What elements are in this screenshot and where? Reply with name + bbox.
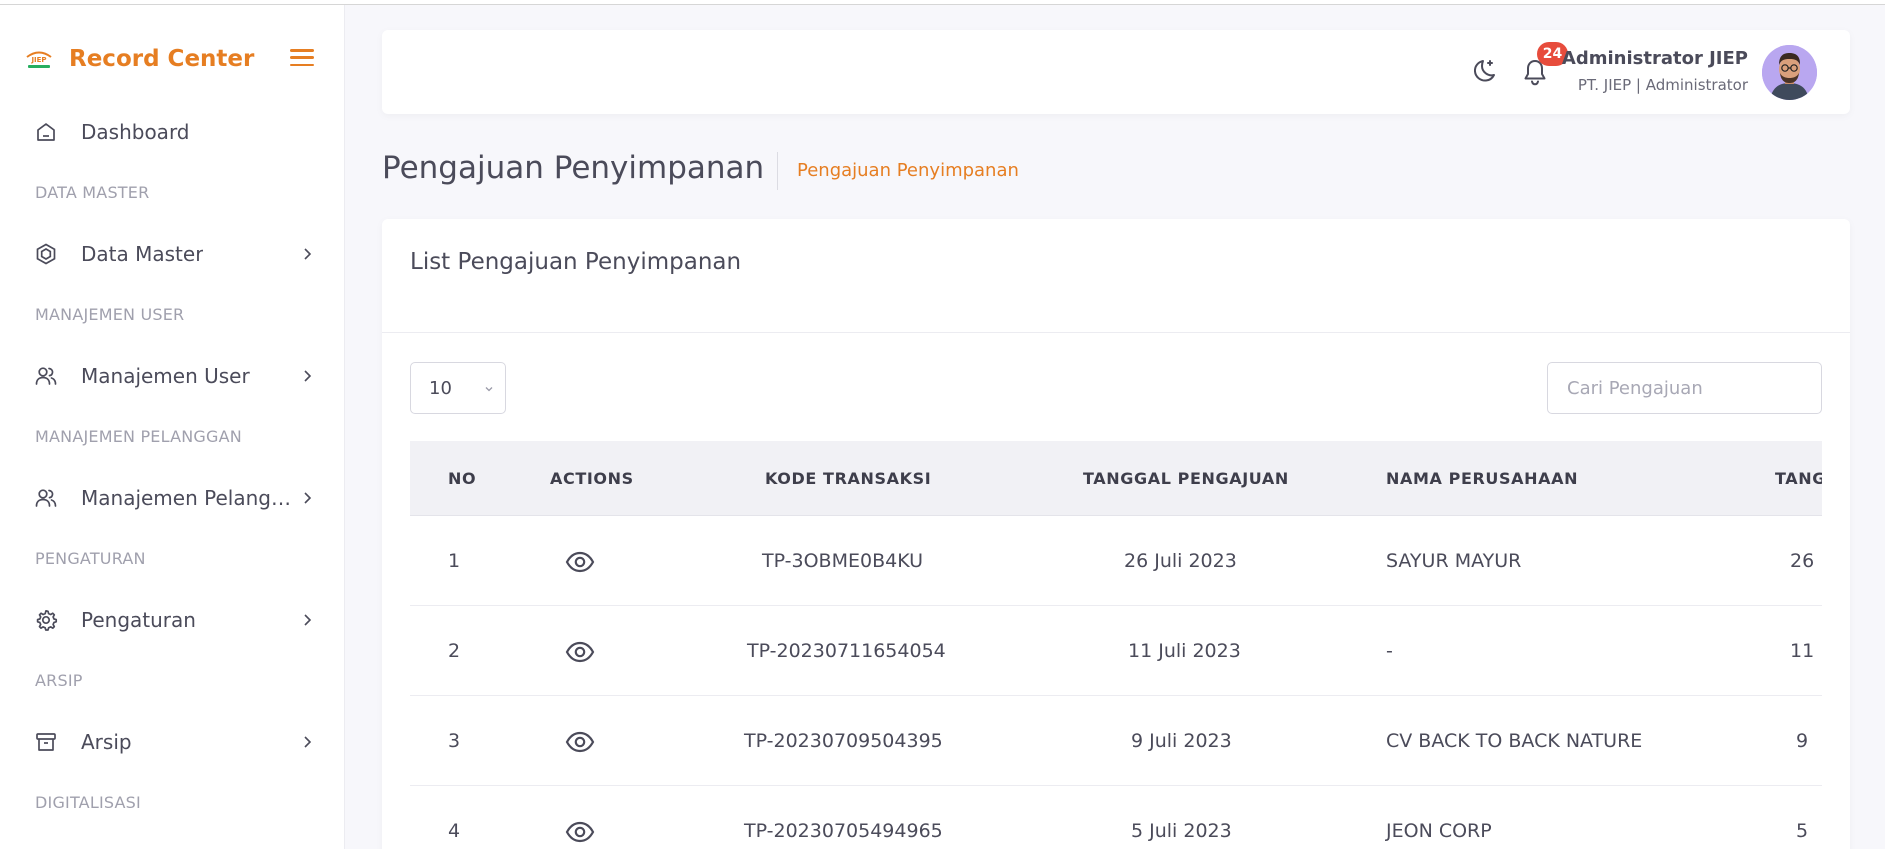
table-row: 1 TP-3OBME0B4KU 26 Juli 2023 SAYUR MAYUR… — [410, 517, 1822, 606]
column-header-no[interactable]: NO — [448, 469, 476, 488]
sidebar-item-label: Dashboard — [81, 120, 190, 144]
column-header-tanggal-pengajuan[interactable]: TANGGAL PENGAJUAN — [1083, 469, 1289, 488]
cell-tanggal-pengajuan: 26 Juli 2023 — [1124, 550, 1237, 572]
chevron-right-icon — [304, 614, 312, 626]
breadcrumb[interactable]: Pengajuan Penyimpanan — [797, 160, 1019, 181]
home-icon — [33, 119, 59, 145]
top-header: 24 Administrator JIEP PT. JIEP | Adminis… — [382, 30, 1850, 114]
sidebar-item-label: Manajemen User — [81, 364, 250, 388]
table-row: 3 TP-20230709504395 9 Juli 2023 CV BACK … — [410, 697, 1822, 786]
cell-kode-transaksi: TP-20230709504395 — [744, 730, 943, 752]
cell-no: 4 — [448, 820, 461, 842]
sidebar-item-manajemen-pelanggan[interactable]: Manajemen Pelanggan — [33, 478, 323, 518]
sidebar: JIEP Record Center Dashboard DATA MASTER… — [0, 5, 345, 849]
table-header: NO ACTIONS KODE TRANSAKSI TANGGAL PENGAJ… — [410, 441, 1822, 516]
chevron-right-icon — [304, 492, 312, 504]
brand-logo: JIEP — [24, 48, 54, 70]
users-icon — [33, 485, 59, 511]
archive-icon — [33, 729, 59, 755]
cell-tanggal: 26 — [1790, 550, 1815, 572]
title-divider — [777, 152, 778, 190]
sidebar-item-arsip[interactable]: Arsip — [33, 722, 323, 762]
sidebar-item-label: Manajemen Pelanggan — [81, 486, 299, 510]
cell-tanggal-pengajuan: 5 Juli 2023 — [1131, 820, 1232, 842]
section-pengaturan: PENGATURAN — [35, 549, 146, 568]
eye-icon[interactable] — [564, 546, 596, 578]
eye-icon[interactable] — [564, 816, 596, 848]
page-size-value: 10 — [429, 377, 452, 399]
eye-icon[interactable] — [564, 636, 596, 668]
dark-mode-toggle-icon[interactable] — [1469, 57, 1499, 87]
cell-kode-transaksi: TP-20230705494965 — [744, 820, 943, 842]
cell-tanggal: 9 — [1796, 730, 1809, 752]
gear-icon — [33, 607, 59, 633]
cell-no: 1 — [448, 550, 461, 572]
list-card: List Pengajuan Penyimpanan 10 NO ACTIONS… — [382, 219, 1850, 849]
table-row: 2 TP-20230711654054 11 Juli 2023 - 11 — [410, 607, 1822, 696]
sidebar-item-label: Arsip — [81, 730, 132, 754]
eye-icon[interactable] — [564, 726, 596, 758]
section-manajemen-pelanggan: MANAJEMEN PELANGGAN — [35, 427, 242, 446]
cell-no: 3 — [448, 730, 461, 752]
cell-kode-transaksi: TP-20230711654054 — [747, 640, 946, 662]
sidebar-item-data-master[interactable]: Data Master — [33, 234, 323, 274]
cell-tanggal: 11 — [1790, 640, 1815, 662]
cell-kode-transaksi: TP-3OBME0B4KU — [762, 550, 924, 572]
column-header-kode-transaksi[interactable]: KODE TRANSAKSI — [765, 469, 931, 488]
cell-nama-perusahaan: SAYUR MAYUR — [1386, 550, 1522, 572]
cell-tanggal: 5 — [1796, 820, 1809, 842]
cell-tanggal-pengajuan: 9 Juli 2023 — [1131, 730, 1232, 752]
cell-tanggal-pengajuan: 11 Juli 2023 — [1128, 640, 1241, 662]
chevron-right-icon — [304, 736, 312, 748]
chevron-right-icon — [304, 248, 312, 260]
column-header-actions[interactable]: ACTIONS — [550, 469, 634, 488]
users-icon — [33, 363, 59, 389]
page-title: Pengajuan Penyimpanan — [382, 150, 765, 186]
avatar[interactable] — [1762, 45, 1817, 100]
column-header-nama-perusahaan[interactable]: NAMA PERUSAHAAN — [1386, 469, 1578, 488]
brand[interactable]: JIEP Record Center — [24, 40, 254, 78]
section-arsip: ARSIP — [35, 671, 83, 690]
search-input[interactable] — [1547, 362, 1822, 414]
chevron-down-icon — [485, 387, 493, 392]
card-divider — [382, 332, 1850, 333]
cell-no: 2 — [448, 640, 461, 662]
hexagon-icon — [33, 241, 59, 267]
section-digitalisasi: DIGITALISASI — [35, 793, 141, 812]
sidebar-item-manajemen-user[interactable]: Manajemen User — [33, 356, 323, 396]
cell-nama-perusahaan: CV BACK TO BACK NATURE — [1386, 730, 1643, 752]
page-size-select[interactable]: 10 — [410, 362, 506, 414]
svg-text:JIEP: JIEP — [30, 56, 46, 64]
table-row: 4 TP-20230705494965 5 Juli 2023 JEON COR… — [410, 787, 1822, 849]
chevron-right-icon — [304, 370, 312, 382]
data-table: NO ACTIONS KODE TRANSAKSI TANGGAL PENGAJ… — [410, 441, 1822, 849]
card-title: List Pengajuan Penyimpanan — [410, 249, 742, 275]
sidebar-item-dashboard[interactable]: Dashboard — [33, 112, 323, 152]
column-header-tanggal[interactable]: TANG — [1775, 469, 1822, 488]
menu-toggle-icon[interactable] — [290, 49, 314, 67]
brand-name: Record Center — [69, 46, 255, 72]
sidebar-item-label: Pengaturan — [81, 608, 196, 632]
section-manajemen-user: MANAJEMEN USER — [35, 305, 185, 324]
user-name[interactable]: Administrator JIEP — [1562, 48, 1748, 69]
cell-nama-perusahaan: - — [1386, 640, 1393, 662]
section-data-master: DATA MASTER — [35, 183, 150, 202]
sidebar-item-pengaturan[interactable]: Pengaturan — [33, 600, 323, 640]
sidebar-item-label: Data Master — [81, 242, 204, 266]
user-role: PT. JIEP | Administrator — [1577, 76, 1748, 94]
cell-nama-perusahaan: JEON CORP — [1386, 820, 1492, 842]
